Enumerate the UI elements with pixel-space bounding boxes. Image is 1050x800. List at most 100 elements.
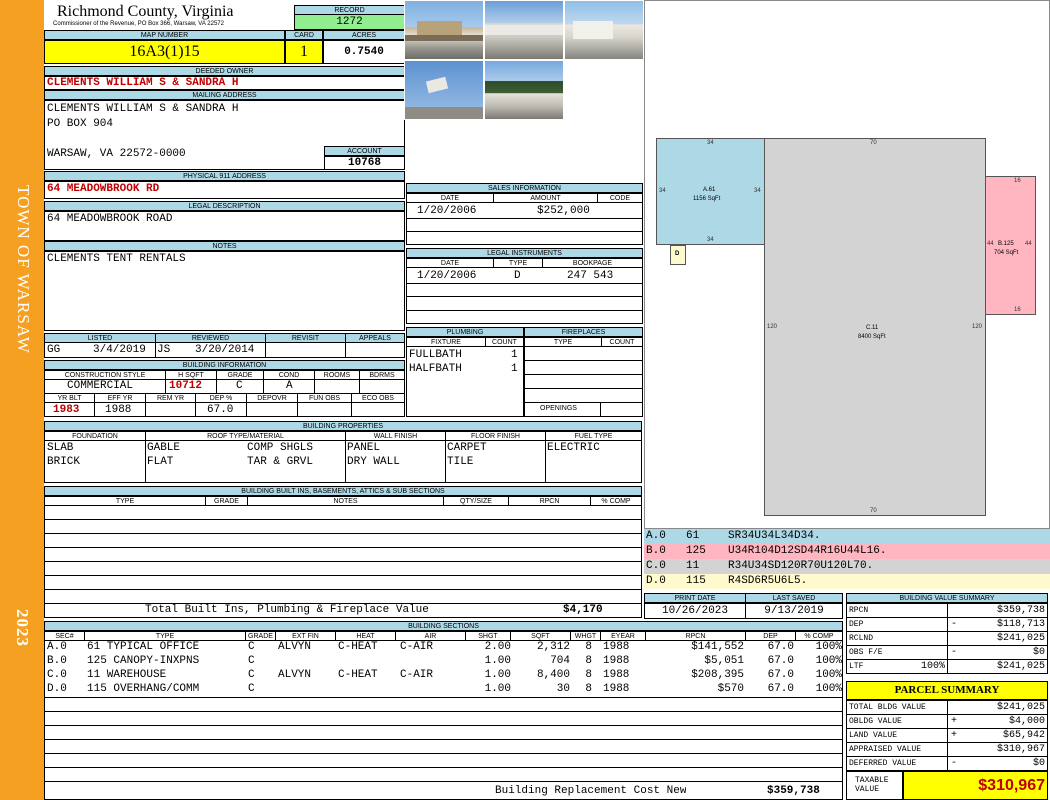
section-cell: 8,400 xyxy=(536,669,570,681)
summary-key: OBS F/E xyxy=(849,648,883,657)
section-cell: 8 xyxy=(585,669,592,681)
section-row: D.0 115 OVERHANG/COMM C 1.00 30 8 1988 $570 67.0… xyxy=(45,683,842,697)
photo-1[interactable] xyxy=(404,0,484,60)
building-properties-table: FOUNDATION ROOF TYPE/MATERIAL WALL FINIS… xyxy=(44,431,642,483)
section-cell: 8 xyxy=(585,641,592,653)
print-date-value: 10/26/2023 xyxy=(644,603,746,619)
section-row: B.0 125 CANOPY-INXPNS C 1.00 704 8 1988 $5,051 6… xyxy=(45,655,842,669)
fireplaces-header: FIREPLACES xyxy=(524,327,643,337)
section-cell: 1.00 xyxy=(484,655,511,667)
sketch-a-top: 34 xyxy=(707,140,714,146)
section-cell: 1988 xyxy=(603,641,630,653)
sketch-b-right: 44 xyxy=(1025,241,1032,247)
section-cell: 8 xyxy=(585,683,592,695)
bt-col-type: TYPE xyxy=(44,496,206,506)
bi-col-hsqft: H SQFT xyxy=(165,370,217,380)
sketch-legend: A.0 61 SR34U34L34D34. B.0 125 U34R104D12… xyxy=(644,529,1050,589)
bs-col-type: TYPE xyxy=(84,631,246,641)
sketch-b-area: 704 SqFt xyxy=(994,250,1019,256)
li-col-type: TYPE xyxy=(493,258,543,268)
sketch-panel[interactable]: A.61 1156 SqFt 34 34 34 34 D C.11 8400 S… xyxy=(644,0,1050,529)
bp-found-1: SLAB xyxy=(47,442,74,454)
bt-col-pct: % COMP xyxy=(590,496,642,506)
section-cell: 67.0 xyxy=(767,641,794,653)
sketch-section-c[interactable]: C.11 8400 SqFt xyxy=(764,138,986,516)
summary-value: $0 xyxy=(1032,758,1045,769)
sketch-section-d[interactable]: D xyxy=(670,245,686,265)
legend-path: R34U34SD120R70U120L70. xyxy=(728,560,874,572)
sketch-b-label: B.125 xyxy=(998,241,1014,247)
sketch-b-top: 16 xyxy=(1014,178,1021,184)
legend-row: C.0 11 R34U34SD120R70U120L70. xyxy=(644,559,1050,574)
year-label: 2023 xyxy=(13,609,32,647)
section-cell: 1988 xyxy=(603,655,630,667)
bt-col-notes: NOTES xyxy=(247,496,444,506)
legal-description-header: LEGAL DESCRIPTION xyxy=(44,201,405,211)
li-type: D xyxy=(514,270,521,282)
summary-op: + xyxy=(951,716,958,727)
bp-wall-2: DRY WALL xyxy=(347,456,400,468)
summary-value: $0 xyxy=(1032,647,1045,658)
building-info-table: CONSTRUCTION STYLE H SQFT GRADE COND ROO… xyxy=(44,370,405,417)
bs-col-dep: DEP xyxy=(745,631,796,641)
commissioner-line: Commissioner of the Revenue, PO Box 366,… xyxy=(53,20,225,27)
section-cell: A.0 xyxy=(47,641,67,653)
sales-table: DATE AMOUNT CODE 1/20/2006 $252,000 xyxy=(406,193,643,245)
record-value: 1272 xyxy=(294,14,405,30)
summary-value: $118,713 xyxy=(996,619,1045,630)
bs-col-extfin: EXT FIN xyxy=(275,631,336,641)
li-col-date: DATE xyxy=(406,258,494,268)
notes-header: NOTES xyxy=(44,241,405,251)
section-cell: 67.0 xyxy=(767,669,794,681)
bp-roof-1b: COMP SHGLS xyxy=(247,442,314,454)
section-cell: C xyxy=(248,655,255,667)
section-cell: 2.00 xyxy=(484,641,511,653)
sketch-section-a[interactable]: A.61 1156 SqFt xyxy=(656,138,765,245)
bp-found-2: BRICK xyxy=(47,456,81,468)
bi-col-style: CONSTRUCTION STYLE xyxy=(44,370,166,380)
sketch-c-bottom: 70 xyxy=(870,508,877,514)
bi-hsqft: 10712 xyxy=(169,380,203,392)
replacement-cost-label: Building Replacement Cost New xyxy=(495,785,687,797)
bp-col-floor: FLOOR FINISH xyxy=(445,431,546,441)
section-cell: C-HEAT xyxy=(338,669,378,681)
legend-num: 115 xyxy=(686,575,706,587)
reviewed-header: REVIEWED xyxy=(155,333,266,343)
print-date-header: PRINT DATE xyxy=(644,593,746,603)
li-col-book: BOOKPAGE xyxy=(542,258,643,268)
deeded-owner-header: DEEDED OWNER xyxy=(44,66,405,76)
account-value: 10768 xyxy=(324,156,405,170)
section-cell: $570 xyxy=(717,683,744,695)
taxable-value: $310,967 xyxy=(903,771,1048,800)
sketch-b-left: 44 xyxy=(987,241,994,247)
legend-path: R4SD6R5U6L5. xyxy=(728,575,808,587)
legal-instruments-table: DATE TYPE BOOKPAGE 1/20/2006 D 247 543 xyxy=(406,258,643,324)
builtins-table: TYPE GRADE NOTES QTY/SIZE RPCN % COMP To… xyxy=(44,496,642,618)
photo-4[interactable] xyxy=(404,60,484,120)
legal-instruments-header: LEGAL INSTRUMENTS xyxy=(406,248,643,258)
legend-num: 11 xyxy=(686,560,700,572)
photo-5[interactable] xyxy=(484,60,564,120)
legend-code: C.0 xyxy=(646,560,666,572)
section-cell: 67.0 xyxy=(767,683,794,695)
summary-value: $310,967 xyxy=(996,744,1045,755)
section-row: A.0 61 TYPICAL OFFICE C ALVYN C-HEAT C-AIR 2.0… xyxy=(45,641,842,655)
builtins-total-label: Total Built Ins, Plumbing & Fireplace Va… xyxy=(145,604,429,616)
physical-address-header: PHYSICAL 911 ADDRESS xyxy=(44,171,405,181)
section-cell: 100% xyxy=(815,683,842,695)
bs-col-whgt: WHGT xyxy=(570,631,601,641)
bi-yrblt: 1983 xyxy=(53,404,80,416)
summary-key: DEP xyxy=(849,620,864,629)
photo-2[interactable] xyxy=(484,0,564,60)
section-cell: C.0 xyxy=(47,669,67,681)
bi-col-grade: GRADE xyxy=(216,370,264,380)
sales-header: SALES INFORMATION xyxy=(406,183,643,193)
value-summary-table: RPCN $359,738 DEP - $118,713 RCLND $241,025 OBS… xyxy=(846,603,1048,674)
bt-col-grade: GRADE xyxy=(205,496,248,506)
photo-3[interactable] xyxy=(564,0,644,60)
summary-op: - xyxy=(951,758,958,769)
sketch-c-area: 8400 SqFt xyxy=(858,334,886,340)
section-cell: 1988 xyxy=(603,683,630,695)
bi-col-remyr: REM YR xyxy=(145,393,196,403)
building-sections-header: BUILDING SECTIONS xyxy=(44,621,843,631)
